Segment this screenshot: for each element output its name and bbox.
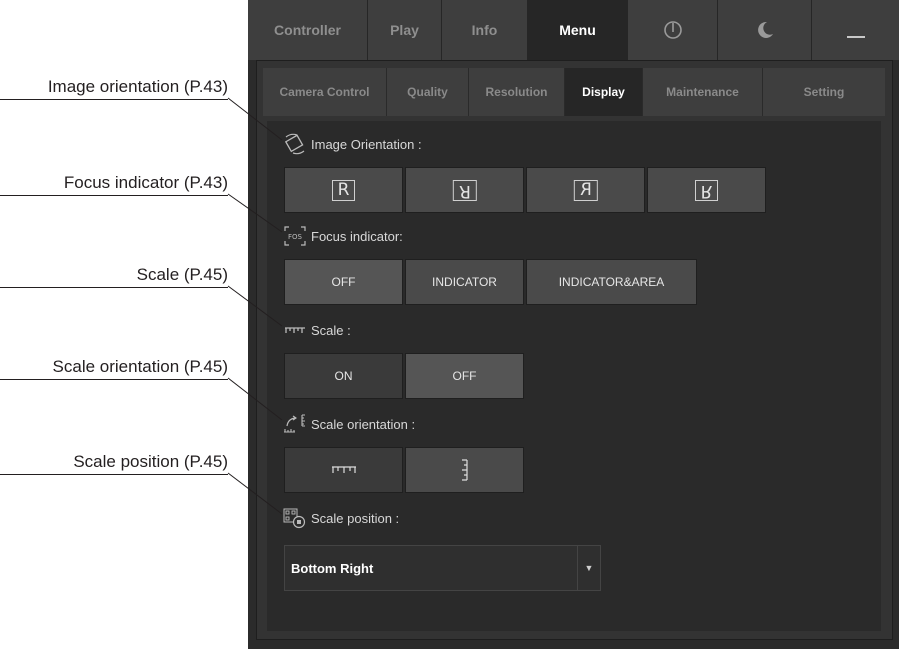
callout-scale: Scale (P.45) — [0, 265, 228, 288]
orientation-rotated-button[interactable]: R — [405, 167, 524, 213]
vertical-scale-icon — [461, 459, 468, 481]
orientation-rotated-glyph: R — [452, 179, 477, 201]
scale-position-icon — [283, 508, 306, 529]
chevron-down-icon[interactable]: ▼ — [577, 546, 600, 590]
focus-indicator-area-button[interactable]: INDICATOR&AREA — [526, 259, 697, 305]
main-tab-bar: Controller Play Info Menu — [248, 0, 899, 60]
night-mode-button[interactable] — [718, 0, 812, 60]
scale-orientation-label-row: Scale orientation : — [283, 413, 415, 435]
focus-indicator-button[interactable]: INDICATOR — [405, 259, 524, 305]
scale-position-label-row: Scale position : — [283, 507, 399, 529]
minimize-button[interactable] — [812, 0, 899, 60]
display-settings-content: Image Orientation : R R R R FOS Focus in… — [267, 121, 881, 631]
tab-info[interactable]: Info — [442, 0, 528, 60]
tab-setting[interactable]: Setting — [763, 68, 885, 116]
tab-camera-control[interactable]: Camera Control — [263, 68, 387, 116]
tab-display[interactable]: Display — [565, 68, 643, 116]
orientation-mirror-horizontal-button[interactable]: R — [526, 167, 645, 213]
app-window: Controller Play Info Menu Camera Control… — [248, 0, 899, 649]
power-button[interactable] — [628, 0, 718, 60]
focus-indicator-icon: FOS — [284, 226, 306, 246]
scale-horizontal-button[interactable] — [284, 447, 403, 493]
image-orientation-options: R R R R — [284, 167, 768, 213]
focus-indicator-label-row: FOS Focus indicator: — [283, 225, 403, 247]
scale-position-label: Scale position : — [311, 510, 400, 526]
tab-quality[interactable]: Quality — [387, 68, 469, 116]
scale-vertical-button[interactable] — [405, 447, 524, 493]
callout-scale-orientation: Scale orientation (P.45) — [0, 357, 228, 380]
image-orientation-label: Image Orientation : — [311, 136, 422, 152]
image-orientation-icon — [284, 133, 305, 155]
image-orientation-label-row: Image Orientation : — [283, 133, 422, 155]
scale-orientation-icon — [284, 414, 305, 433]
focus-indicator-options: OFF INDICATOR INDICATOR&AREA — [284, 259, 699, 305]
callout-focus-indicator: Focus indicator (P.43) — [0, 173, 228, 196]
sub-tab-bar: Camera Control Quality Resolution Displa… — [263, 68, 885, 116]
scale-icon — [285, 327, 305, 333]
menu-panel: Camera Control Quality Resolution Displa… — [256, 60, 893, 640]
svg-text:FOS: FOS — [288, 233, 303, 241]
tab-resolution[interactable]: Resolution — [469, 68, 565, 116]
horizontal-scale-icon — [331, 466, 356, 473]
scale-orientation-label: Scale orientation : — [311, 416, 416, 432]
focus-indicator-label: Focus indicator: — [311, 228, 403, 244]
focus-off-button[interactable]: OFF — [284, 259, 403, 305]
moon-icon — [757, 21, 773, 38]
orientation-mirror-vertical-glyph: R — [694, 179, 719, 201]
tab-play[interactable]: Play — [368, 0, 442, 60]
callout-scale-position: Scale position (P.45) — [0, 452, 228, 475]
callout-image-orientation: Image orientation (P.43) — [0, 77, 228, 100]
orientation-normal-glyph: R — [331, 179, 356, 201]
scale-label: Scale : — [311, 322, 351, 338]
scale-off-button[interactable]: OFF — [405, 353, 524, 399]
scale-orientation-options — [284, 447, 526, 493]
scale-options: ON OFF — [284, 353, 526, 399]
scale-position-value: Bottom Right — [291, 560, 374, 576]
tab-maintenance[interactable]: Maintenance — [643, 68, 763, 116]
tab-menu[interactable]: Menu — [528, 0, 628, 60]
scale-on-button[interactable]: ON — [284, 353, 403, 399]
scale-position-dropdown[interactable]: Bottom Right ▼ — [284, 545, 601, 591]
tab-controller[interactable]: Controller — [248, 0, 368, 60]
power-icon — [663, 21, 682, 39]
minimize-icon — [846, 36, 865, 38]
orientation-mirror-horizontal-glyph: R — [573, 179, 598, 201]
orientation-normal-button[interactable]: R — [284, 167, 403, 213]
scale-label-row: Scale : — [283, 319, 351, 341]
orientation-mirror-vertical-button[interactable]: R — [647, 167, 766, 213]
